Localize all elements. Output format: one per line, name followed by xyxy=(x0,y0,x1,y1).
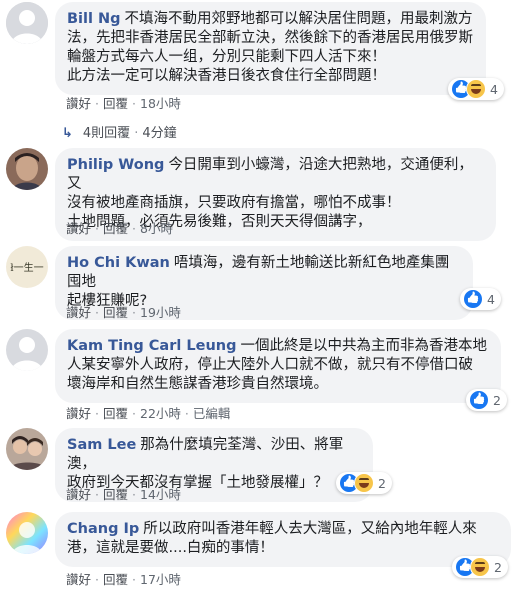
like-reaction-icon xyxy=(469,390,489,410)
comment-timestamp[interactable]: 18小時 xyxy=(140,96,181,111)
reply-link[interactable]: 回覆 xyxy=(103,96,128,111)
comment-bubble: Kam Ting Carl Leung 一個此終是以中共為主而非為香港本地 人某安… xyxy=(55,329,501,403)
reaction-summary[interactable]: 4 xyxy=(460,288,501,310)
comment-author[interactable]: Sam Lee xyxy=(67,437,136,453)
comment-author[interactable]: Bill Ng xyxy=(67,11,121,27)
comment-actions: 讚好 · 回覆 · 18小時 xyxy=(66,96,181,111)
reaction-count: 2 xyxy=(494,559,502,575)
like-reaction-icon xyxy=(463,289,483,309)
svg-text:ł一生一: ł一生一 xyxy=(10,261,43,274)
avatar[interactable] xyxy=(6,2,48,44)
comment-text: 不填海不動用郊野地都可以解決居住問題，用最刺激方 法，先把非香港居民全部斬立決，… xyxy=(67,11,473,84)
reply-link[interactable]: 回覆 xyxy=(103,572,128,587)
comment-actions: 讚好 · 回覆 · 8小時 xyxy=(66,221,173,236)
comment-actions: 讚好 · 回覆 · 19小時 xyxy=(66,305,181,320)
reaction-count: 4 xyxy=(487,291,495,307)
edited-label[interactable]: 已編輯 xyxy=(193,406,231,421)
haha-reaction-icon xyxy=(354,473,374,493)
comment-author[interactable]: Chang Ip xyxy=(67,521,139,537)
reaction-count: 4 xyxy=(490,81,498,97)
reaction-summary[interactable]: 2 xyxy=(466,389,507,411)
comment-bubble: Chang Ip 所以政府叫香港年輕人去大灣區，又給內地年輕人來 港，這就是要做.… xyxy=(55,512,511,567)
reaction-summary[interactable]: 2 xyxy=(452,556,508,578)
reaction-summary[interactable]: 2 xyxy=(336,472,392,494)
like-link[interactable]: 讚好 xyxy=(66,221,91,236)
reply-link[interactable]: 回覆 xyxy=(103,487,128,502)
reaction-count: 2 xyxy=(493,392,501,408)
comment-timestamp[interactable]: 19小時 xyxy=(140,305,181,320)
comment-timestamp[interactable]: 14小時 xyxy=(140,487,181,502)
avatar[interactable] xyxy=(6,512,48,554)
like-link[interactable]: 讚好 xyxy=(66,305,91,320)
replies-count[interactable]: 4則回覆 xyxy=(83,126,130,141)
avatar[interactable] xyxy=(6,428,48,470)
comment-author[interactable]: Ho Chi Kwan xyxy=(67,255,170,271)
reply-arrow-icon: ↳ xyxy=(62,126,73,141)
comment-actions: 讚好 · 回覆 · 17小時 xyxy=(66,572,181,587)
comment-actions: 讚好 · 回覆 · 14小時 xyxy=(66,487,181,502)
reply-link[interactable]: 回覆 xyxy=(103,221,128,236)
like-link[interactable]: 讚好 xyxy=(66,96,91,111)
reply-link[interactable]: 回覆 xyxy=(103,305,128,320)
reply-link[interactable]: 回覆 xyxy=(103,406,128,421)
haha-reaction-icon xyxy=(466,79,486,99)
avatar[interactable] xyxy=(6,329,48,371)
like-link[interactable]: 讚好 xyxy=(66,572,91,587)
avatar[interactable] xyxy=(6,148,48,190)
haha-reaction-icon xyxy=(470,557,490,577)
like-link[interactable]: 讚好 xyxy=(66,487,91,502)
comment-actions: 讚好 · 回覆 · 22小時 · 已編輯 xyxy=(66,406,231,421)
replies-time: 4分鐘 xyxy=(142,126,177,141)
reaction-count: 2 xyxy=(378,475,386,491)
comment-author[interactable]: Philip Wong xyxy=(67,157,164,173)
comment-timestamp[interactable]: 17小時 xyxy=(140,572,181,587)
like-link[interactable]: 讚好 xyxy=(66,406,91,421)
comment-timestamp[interactable]: 8小時 xyxy=(140,221,173,236)
comment-author[interactable]: Kam Ting Carl Leung xyxy=(67,338,236,354)
avatar[interactable]: ł一生一 xyxy=(6,246,48,288)
comment-timestamp[interactable]: 22小時 xyxy=(140,406,181,421)
view-replies[interactable]: ↳ 4則回覆 · 4分鐘 xyxy=(62,122,177,141)
reaction-summary[interactable]: 4 xyxy=(448,78,504,100)
comment-bubble: Bill Ng 不填海不動用郊野地都可以解決居住問題，用最刺激方 法，先把非香港居… xyxy=(55,2,486,95)
